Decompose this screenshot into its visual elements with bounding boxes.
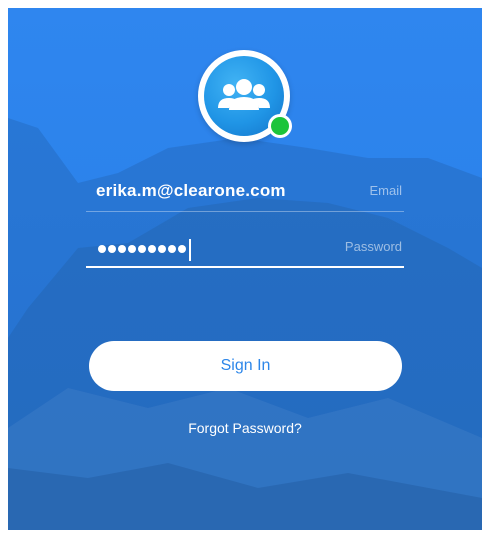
password-masked-value[interactable] <box>98 245 188 255</box>
email-value[interactable]: erika.m@clearone.com <box>96 181 286 201</box>
password-field[interactable]: Password <box>86 234 404 268</box>
password-dot <box>118 245 126 253</box>
email-placeholder: Email <box>369 183 402 198</box>
password-dot <box>108 245 116 253</box>
password-dot <box>98 245 106 253</box>
password-dot <box>168 245 176 253</box>
password-dot <box>158 245 166 253</box>
online-status-icon <box>268 114 292 138</box>
password-dot <box>128 245 136 253</box>
email-underline <box>86 211 404 212</box>
password-dot <box>178 245 186 253</box>
sign-in-button[interactable]: Sign In <box>89 341 402 391</box>
email-field[interactable]: erika.m@clearone.com Email <box>86 178 404 212</box>
password-underline <box>86 266 404 268</box>
password-dot <box>138 245 146 253</box>
text-cursor <box>189 239 191 261</box>
password-placeholder: Password <box>344 239 402 254</box>
forgot-password-link[interactable]: Forgot Password? <box>8 420 482 436</box>
login-screen: erika.m@clearone.com Email Password Sign… <box>8 8 482 530</box>
password-dot <box>148 245 156 253</box>
